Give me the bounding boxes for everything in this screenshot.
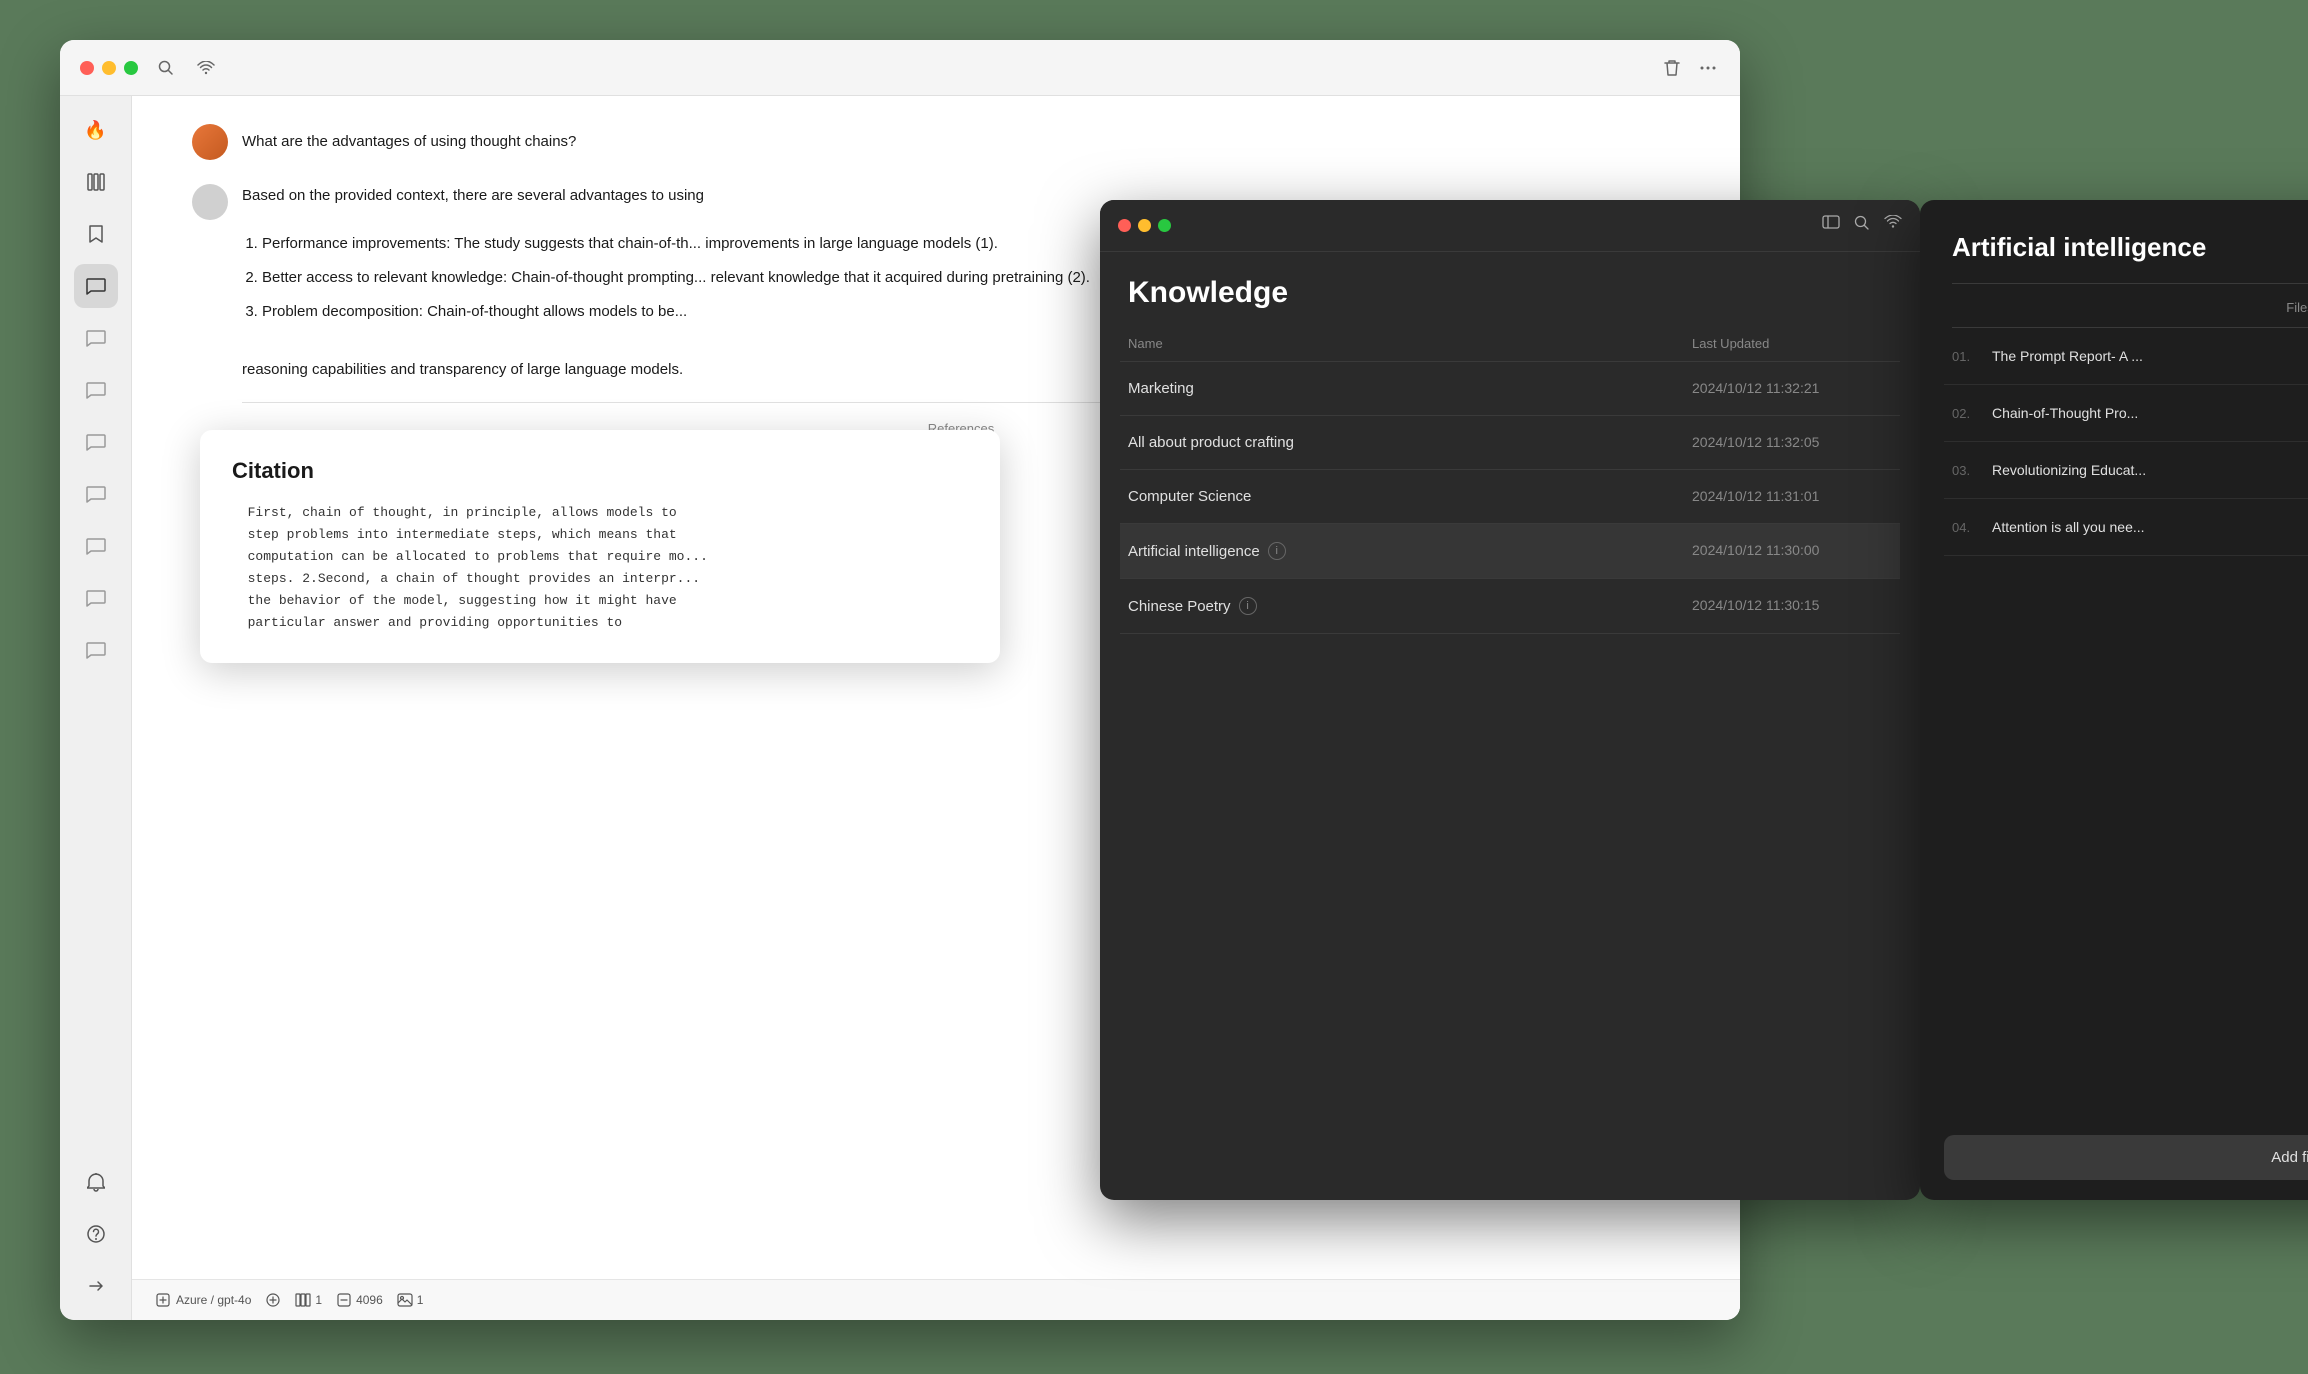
knowledge-row-marketing[interactable]: Marketing 2024/10/12 11:32:21 (1120, 362, 1900, 416)
knowledge-row-poetry[interactable]: Chinese Poetry i 2024/10/12 11:30:15 (1120, 579, 1900, 634)
knowledge-search-icon[interactable] (1854, 215, 1870, 236)
enhance-badge[interactable] (265, 1292, 281, 1308)
sidebar-item-chat8[interactable] (74, 628, 118, 672)
knowledge-min-btn[interactable] (1138, 219, 1151, 232)
user-message: What are the advantages of using thought… (242, 124, 1680, 154)
sidebar-item-chat7[interactable] (74, 576, 118, 620)
knowledge-title-icons (1822, 215, 1902, 236)
chat-title-bar (60, 40, 1740, 96)
model-badge[interactable]: Azure / gpt-4o (156, 1293, 251, 1307)
sidebar-item-notifications[interactable] (74, 1160, 118, 1204)
knowledge-row-date-ai: 2024/10/12 11:30:00 (1692, 542, 1892, 560)
ai-file-row-1: 01. The Prompt Report- A ... 2.9MB (1944, 328, 2308, 385)
knowledge-close-btn[interactable] (1118, 219, 1131, 232)
knowledge-row-name-cs: Computer Science (1128, 488, 1692, 505)
ai-file-num-1: 01. (1952, 349, 1982, 364)
knowledge-row-name-ai: Artificial intelligence i (1128, 542, 1692, 560)
sidebar-item-chat2[interactable] (74, 316, 118, 360)
ai-detail-footer: Add files (1920, 1115, 2308, 1200)
ai-file-num-3: 03. (1952, 463, 1982, 478)
sidebar-item-chat-active[interactable] (74, 264, 118, 308)
knowledge-col-name: Name (1128, 336, 1692, 351)
user-avatar (192, 124, 228, 160)
wifi-icon (194, 56, 218, 80)
search-icon[interactable] (154, 56, 178, 80)
citation-title: Citation (232, 458, 968, 484)
more-options-icon[interactable] (1696, 56, 1720, 80)
knowledge-row-date-marketing: 2024/10/12 11:32:21 (1692, 380, 1892, 397)
sidebar: 🔥 (60, 96, 132, 1320)
knowledge-header: Knowledge (1100, 252, 1920, 326)
knowledge-title-bar (1100, 200, 1920, 252)
chat-input-meta: Azure / gpt-4o 1 (156, 1292, 423, 1308)
ai-file-name-3: Revolutionizing Educat... (1992, 462, 2308, 478)
knowledge-row-cs[interactable]: Computer Science 2024/10/12 11:31:01 (1120, 470, 1900, 524)
sidebar-item-help[interactable] (74, 1212, 118, 1256)
knowledge-row-date-poetry: 2024/10/12 11:30:15 (1692, 597, 1892, 615)
ai-avatar (192, 184, 228, 220)
sidebar-item-forward[interactable] (74, 1264, 118, 1308)
titlebar-icons (154, 56, 218, 80)
ai-file-name-4: Attention is all you nee... (1992, 519, 2308, 535)
knowledge-row-date-cs: 2024/10/12 11:31:01 (1692, 488, 1892, 505)
knowledge-traffic-lights (1118, 219, 1171, 232)
ai-file-row-3: 03. Revolutionizing Educat... 148.8KB (1944, 442, 2308, 499)
ai-detail-title: Artificial intelligence (1952, 232, 2206, 263)
knowledge-row-date-product: 2024/10/12 11:32:05 (1692, 434, 1892, 451)
ai-file-row-2: 02. Chain-of-Thought Pro... 870.9KB (1944, 385, 2308, 442)
ai-detail-panel: Artificial intelligence ✕ Files 01. The … (1920, 200, 2308, 1200)
sidebar-item-library[interactable] (74, 160, 118, 204)
knowledge-row-name-marketing: Marketing (1128, 380, 1692, 397)
knowledge-row-ai[interactable]: Artificial intelligence i 2024/10/12 11:… (1120, 524, 1900, 579)
citation-body: First, chain of thought, in principle, a… (232, 502, 968, 635)
sidebar-item-chat4[interactable] (74, 420, 118, 464)
sidebar-item-fire[interactable]: 🔥 (74, 108, 118, 152)
image-badge[interactable]: 1 (397, 1293, 424, 1307)
knowledge-table: Name Last Updated Marketing 2024/10/12 1… (1100, 326, 1920, 634)
sidebar-item-chat5[interactable] (74, 472, 118, 516)
ai-file-num-4: 04. (1952, 520, 1982, 535)
user-message-row: What are the advantages of using thought… (192, 124, 1680, 160)
titlebar-right (1660, 56, 1720, 80)
token-badge[interactable]: 4096 (336, 1292, 383, 1308)
sidebar-item-bookmark[interactable] (74, 212, 118, 256)
citation-popup: Citation First, chain of thought, in pri… (200, 430, 1000, 663)
sidebar-item-chat3[interactable] (74, 368, 118, 412)
knowledge-max-btn[interactable] (1158, 219, 1171, 232)
knowledge-row-product[interactable]: All about product crafting 2024/10/12 11… (1120, 416, 1900, 470)
knowledge-row-name-poetry: Chinese Poetry i (1128, 597, 1692, 615)
ai-file-name-1: The Prompt Report- A ... (1992, 348, 2308, 364)
context-badge[interactable]: 1 (295, 1293, 322, 1307)
add-files-button[interactable]: Add files (1944, 1135, 2308, 1180)
ai-file-name-2: Chain-of-Thought Pro... (1992, 405, 2308, 421)
ai-file-row-4: 04. Attention is all you nee... 2.1MB (1944, 499, 2308, 556)
knowledge-col-date: Last Updated (1692, 336, 1892, 351)
knowledge-heading: Knowledge (1128, 276, 1892, 310)
knowledge-panel: Knowledge Name Last Updated Marketing 20… (1100, 200, 1920, 1200)
ai-files-list: 01. The Prompt Report- A ... 2.9MB 02. C… (1920, 328, 2308, 1115)
minimize-button[interactable] (102, 61, 116, 75)
ai-detail-header: Artificial intelligence ✕ (1920, 200, 2308, 283)
ai-files-label: Files (1920, 284, 2308, 327)
knowledge-sidebar-icon[interactable] (1822, 215, 1840, 236)
sidebar-item-chat6[interactable] (74, 524, 118, 568)
knowledge-wifi-icon (1884, 215, 1902, 236)
traffic-lights (80, 61, 138, 75)
maximize-button[interactable] (124, 61, 138, 75)
chat-input-bar: Azure / gpt-4o 1 (132, 1279, 1740, 1320)
poetry-info-icon[interactable]: i (1239, 597, 1257, 615)
ai-info-icon[interactable]: i (1268, 542, 1286, 560)
trash-icon[interactable] (1660, 56, 1684, 80)
knowledge-row-name-product: All about product crafting (1128, 434, 1692, 451)
close-button[interactable] (80, 61, 94, 75)
knowledge-table-header: Name Last Updated (1120, 326, 1900, 362)
ai-file-num-2: 02. (1952, 406, 1982, 421)
